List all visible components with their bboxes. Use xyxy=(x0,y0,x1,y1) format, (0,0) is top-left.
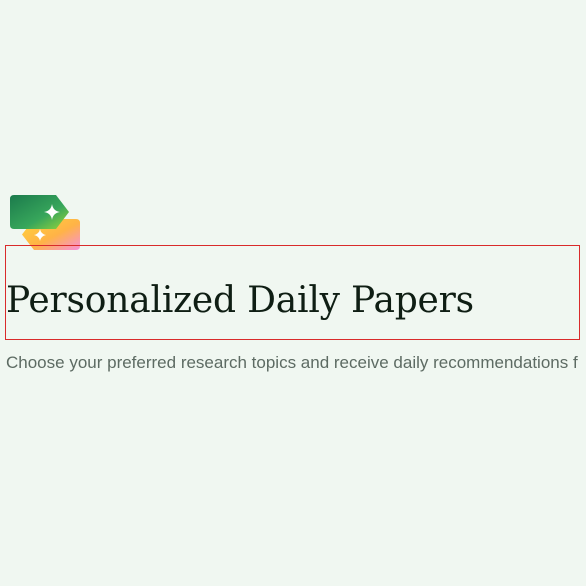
page-title: Personalized Daily Papers xyxy=(6,280,474,321)
page-subtitle: Choose your preferred research topics an… xyxy=(6,353,578,372)
page: Personalized Daily Papers Choose your pr… xyxy=(0,0,586,586)
sparkle-tags-icon xyxy=(10,195,80,250)
